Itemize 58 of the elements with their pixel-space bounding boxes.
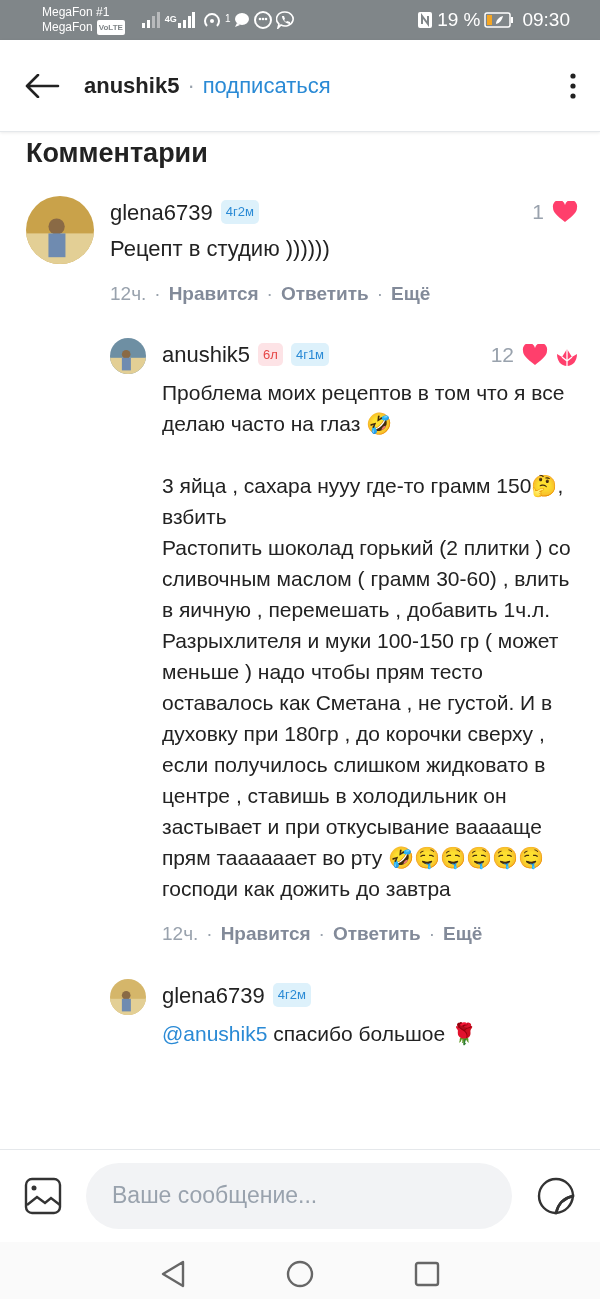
carrier-name: MegaFon (42, 20, 93, 35)
separator-dot: · (376, 281, 384, 306)
comment-text: Проблема моих рецептов в том что я все делаю часто на глаз 🤣 3 яйца , сахара нууу где-то грамм 150🤔, взбить Растопить шоколад горький (2 плитки ) со сливочным маслом ( грамм 30-60) , влить в яичную , перемешать , добавить 1ч.л. Разрыхлителя и муки 100-150 гр ( может меньше ) надо чтобы прям тесто оставалось как Сметана , не густой. И в духовку при 180гр , до корочки сверху , если получилось слишком жидковато в центре , ставишь в холодильник он застывает и при откусывание ваааащe прям таааааает во рту 🤣🤤🤤🤤🤤🤤 господи как дожить до завтра (162, 380, 572, 902)
username[interactable]: anushik5 (84, 69, 180, 102)
hotspot-icon (202, 11, 221, 29)
rank-badge: 4г1м (290, 342, 330, 367)
signal-icon (176, 12, 195, 28)
section-title: Комментарии (25, 137, 209, 170)
separator-dot: · (318, 922, 325, 946)
comment-action[interactable]: Ответить (332, 920, 421, 949)
phone-bubble-icon (276, 11, 295, 29)
comment-text: Рецепт в студию )))))) (110, 234, 331, 263)
comment-action[interactable]: Ещё (443, 920, 483, 949)
comment-action[interactable]: Нравится (220, 920, 311, 949)
rank-badge: 4г2м (220, 200, 259, 224)
rank-badge: 4г2м (272, 983, 311, 1007)
separator-dot: · (266, 281, 273, 306)
chat-bubble-icon (254, 11, 273, 29)
heart-icon[interactable] (522, 343, 548, 366)
recent-apps-icon[interactable] (414, 1260, 440, 1287)
heart-icon[interactable] (552, 201, 578, 223)
like-count: 1 (532, 199, 544, 226)
avatar[interactable] (110, 978, 146, 1015)
rank-badge: 6л (258, 342, 283, 367)
separator-dot: · (187, 72, 195, 100)
back-arrow-icon[interactable] (24, 73, 60, 98)
signal-icon (140, 12, 161, 28)
clock: 09:30 (522, 7, 570, 32)
separator-dot: · (154, 281, 161, 306)
comment-author[interactable]: glena6739 (110, 195, 213, 229)
more-options-icon[interactable] (570, 72, 576, 99)
like-count: 12 (490, 341, 514, 368)
image-attach-icon[interactable] (24, 1176, 62, 1215)
subscribe-link[interactable]: подписаться (202, 69, 331, 102)
comment-author[interactable]: anushik5 (162, 338, 251, 371)
mention-link[interactable]: @anushik5 (162, 1021, 268, 1045)
volte-badge: VoLTE (96, 20, 125, 35)
comment-text: @anushik5 спасибо большое 🌹 (162, 1020, 479, 1047)
network-type: 4G (164, 13, 177, 27)
comment-time: 12ч. (110, 281, 147, 306)
separator-dot: · (206, 922, 213, 946)
comment-time: 12ч. (162, 922, 199, 946)
battery-icon (484, 12, 515, 28)
comment-author[interactable]: glena6739 (162, 978, 265, 1012)
comment-action[interactable]: Ещё (391, 279, 431, 308)
comment-action[interactable]: Нравится (168, 279, 259, 308)
battery-level: 19 % (437, 7, 481, 32)
message-field[interactable]: Ваше сообщение... (86, 1162, 512, 1229)
comment-action[interactable]: Ответить (280, 279, 369, 308)
sticker-icon[interactable] (536, 1175, 576, 1216)
home-nav-icon[interactable] (286, 1259, 314, 1288)
carrier-name: MegaFon #1 (42, 5, 111, 20)
notification-count: 1 (224, 12, 231, 26)
back-nav-icon[interactable] (160, 1259, 186, 1288)
avatar[interactable] (110, 338, 146, 374)
nfc-icon (417, 11, 434, 29)
separator-dot: · (428, 922, 436, 946)
chat-bubble-icon (234, 12, 251, 28)
